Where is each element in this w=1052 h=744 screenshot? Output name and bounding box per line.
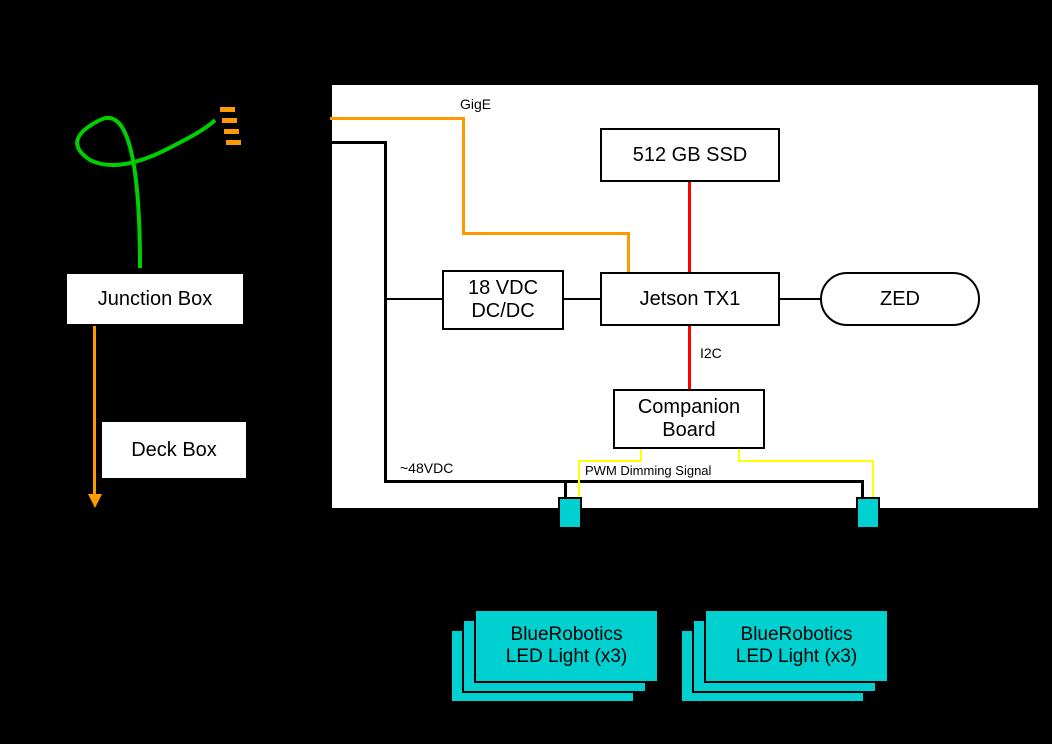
zed-box: ZED: [820, 272, 980, 326]
ssd-label: 512 GB SSD: [633, 144, 748, 167]
dcdc-box: 18 VDC DC/DC: [442, 270, 564, 330]
ssd-box: 512 GB SSD: [600, 128, 780, 182]
deck-box: Deck Box: [100, 420, 248, 480]
pwm-h-left: [578, 460, 642, 462]
orange-dot-1: [220, 107, 235, 112]
fiber-cable: [77, 118, 215, 268]
connector-right: [856, 497, 880, 529]
orange-line-down: [93, 326, 96, 496]
ssd-jetson-line: [688, 182, 691, 272]
led-card-front-right: BlueRobotics LED Light (x3): [704, 609, 889, 683]
zed-label: ZED: [880, 288, 920, 311]
orange-dot-4: [226, 140, 241, 145]
gige-h1: [330, 117, 465, 120]
gige-v2: [627, 232, 630, 272]
gige-h2: [462, 232, 630, 235]
deck-box-label: Deck Box: [131, 439, 217, 462]
pwm-h-right: [738, 460, 874, 462]
orange-dot-3: [224, 129, 239, 134]
conn-to-led-right-h: [798, 545, 869, 547]
conn-to-led-right-v2: [798, 545, 800, 609]
led-card-front-left: BlueRobotics LED Light (x3): [474, 609, 659, 683]
v48-v: [384, 141, 387, 481]
dcdc-label: 18 VDC DC/DC: [468, 277, 538, 323]
i2c-line: [688, 326, 691, 389]
led-stack-left: BlueRobotics LED Light (x3): [450, 609, 660, 709]
led-right-label: BlueRobotics LED Light (x3): [736, 624, 857, 668]
connector-left: [558, 497, 582, 529]
conn-to-led-left: [569, 529, 571, 609]
led-stack-right: BlueRobotics LED Light (x3): [680, 609, 890, 709]
gige-v1: [462, 117, 465, 235]
junction-box: Junction Box: [65, 272, 245, 326]
jetson-zed-line: [780, 298, 820, 300]
dcdc-jetson-line: [564, 298, 600, 300]
v48-label: ~48VDC: [400, 460, 453, 476]
v48-to-dcdc: [384, 298, 442, 300]
jetson-label: Jetson TX1: [640, 288, 741, 311]
companion-box: Companion Board: [613, 389, 765, 449]
led-left-label: BlueRobotics LED Light (x3): [506, 624, 627, 668]
junction-box-label: Junction Box: [98, 288, 213, 311]
gige-label: GigE: [460, 96, 491, 112]
v48-top-h: [330, 141, 386, 144]
companion-label: Companion Board: [638, 396, 740, 442]
v48-bottom-h: [384, 480, 864, 483]
orange-dot-2: [222, 118, 237, 123]
orange-arrowhead: [88, 494, 102, 508]
jetson-box: Jetson TX1: [600, 272, 780, 326]
pwm-label: PWM Dimming Signal: [585, 463, 711, 478]
i2c-label: I2C: [700, 345, 722, 361]
